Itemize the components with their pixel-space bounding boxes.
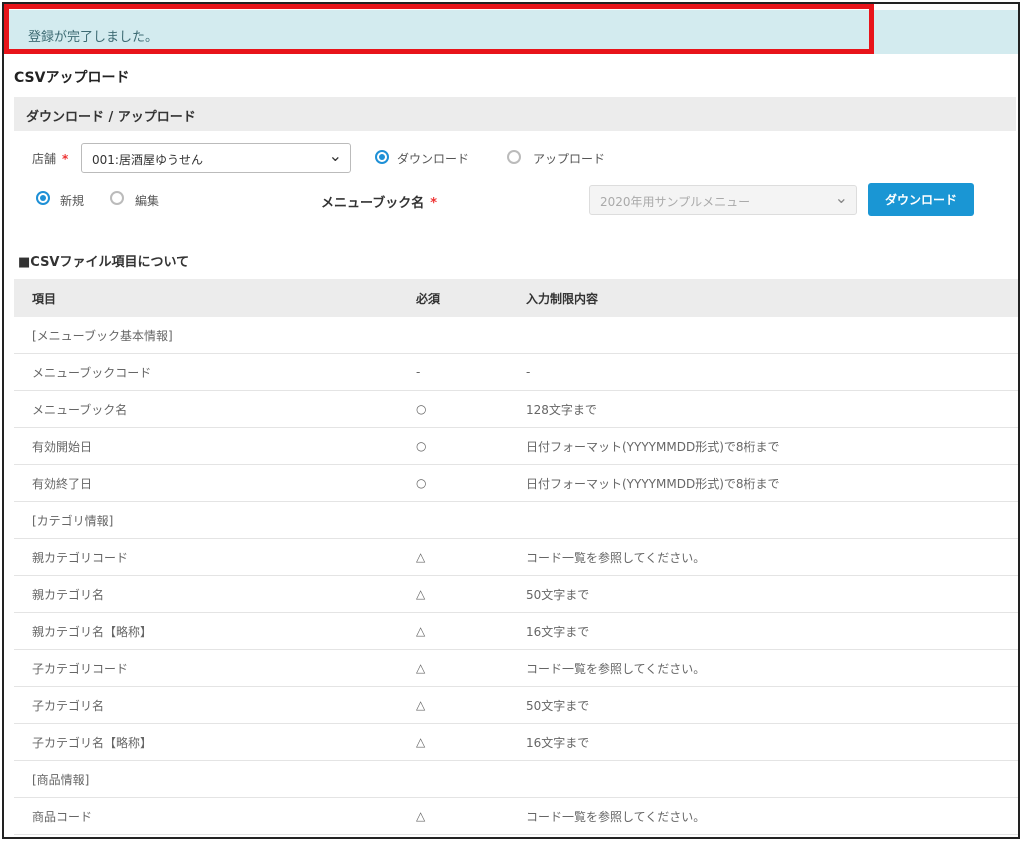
cell-constraint: コード一覧を参照してください。 xyxy=(526,649,1018,687)
table-row: [メニューブック基本情報] xyxy=(14,317,1018,354)
cell-required: ○ xyxy=(400,427,526,465)
success-alert: 登録が完了しました。 xyxy=(6,10,1018,54)
store-select-value: 001:居酒屋ゆうせん xyxy=(92,153,203,167)
type-edit-label: 編集 xyxy=(135,194,160,208)
mode-upload-radio[interactable] xyxy=(507,150,521,164)
section-title: ダウンロード / アップロード xyxy=(26,110,196,125)
menu-book-label: メニューブック名 * xyxy=(321,196,438,211)
csv-fields-table: 項目 必須 入力制限内容 [メニューブック基本情報] メニューブックコード - - メニ… xyxy=(14,279,1018,835)
cell-constraint: 50文字まで xyxy=(526,575,1018,613)
cell-item: 有効終了日 xyxy=(14,464,400,502)
cell-constraint: コード一覧を参照してください。 xyxy=(526,538,1018,576)
cell-constraint: 日付フォーマット(YYYYMMDD形式)で8桁まで xyxy=(526,464,1018,502)
table-row: [カテゴリ情報] xyxy=(14,501,1018,539)
cell-constraint: - xyxy=(526,353,1018,391)
required-mark: * xyxy=(62,152,69,166)
table-header-row: 項目 必須 入力制限内容 xyxy=(14,279,1018,317)
table-row: 有効終了日 ○ 日付フォーマット(YYYYMMDD形式)で8桁まで xyxy=(14,464,1018,502)
cell-required: △ xyxy=(400,686,526,724)
alert-message: 登録が完了しました。 xyxy=(28,30,159,45)
table-row: 子カテゴリ名 △ 50文字まで xyxy=(14,686,1018,724)
cell-item: [メニューブック基本情報] xyxy=(14,317,400,354)
table-row: 親カテゴリコード △ コード一覧を参照してください。 xyxy=(14,538,1018,576)
cell-constraint: コード一覧を参照してください。 xyxy=(526,797,1018,835)
table-row: 親カテゴリ名 △ 50文字まで xyxy=(14,575,1018,613)
cell-constraint xyxy=(526,501,1018,539)
cell-required xyxy=(400,317,526,354)
cell-required: △ xyxy=(400,575,526,613)
store-select[interactable]: 001:居酒屋ゆうせん ⌄ xyxy=(81,143,351,173)
cell-required: △ xyxy=(400,538,526,576)
cell-required: ○ xyxy=(400,464,526,502)
cell-constraint: 50文字まで xyxy=(526,686,1018,724)
cell-required: △ xyxy=(400,797,526,835)
cell-constraint: 16文字まで xyxy=(526,612,1018,650)
cell-item: 親カテゴリ名 xyxy=(14,575,400,613)
cell-required xyxy=(400,501,526,539)
mode-download-label: ダウンロード xyxy=(397,152,470,166)
cell-constraint: 16文字まで xyxy=(526,723,1018,761)
section-header: ダウンロード / アップロード xyxy=(14,97,1016,131)
column-header-item: 項目 xyxy=(14,279,400,317)
mode-download-radio[interactable] xyxy=(375,150,389,164)
cell-required: - xyxy=(400,353,526,391)
cell-required: △ xyxy=(400,612,526,650)
cell-constraint xyxy=(526,317,1018,354)
cell-item: 子カテゴリコード xyxy=(14,649,400,687)
download-button[interactable]: ダウンロード xyxy=(868,183,974,216)
menu-book-select[interactable]: 2020年用サンプルメニュー ⌄ xyxy=(589,185,857,215)
cell-item: 子カテゴリ名 xyxy=(14,686,400,724)
cell-required xyxy=(400,760,526,798)
store-label: 店舗 * xyxy=(32,152,69,166)
cell-item: 有効開始日 xyxy=(14,427,400,465)
menu-book-select-value: 2020年用サンプルメニュー xyxy=(600,195,751,209)
cell-item: [商品情報] xyxy=(14,760,400,798)
chevron-down-icon: ⌄ xyxy=(834,188,848,207)
column-header-required: 必須 xyxy=(400,279,526,317)
cell-item: メニューブックコード xyxy=(14,353,400,391)
mode-upload-label: アップロード xyxy=(533,152,606,166)
table-row: 子カテゴリコード △ コード一覧を参照してください。 xyxy=(14,649,1018,687)
cell-required: △ xyxy=(400,649,526,687)
column-header-constraint: 入力制限内容 xyxy=(526,279,1018,317)
page-title: CSVアップロード xyxy=(14,70,130,86)
cell-required: △ xyxy=(400,723,526,761)
table-row: 有効開始日 ○ 日付フォーマット(YYYYMMDD形式)で8桁まで xyxy=(14,427,1018,465)
cell-item: 親カテゴリ名【略称】 xyxy=(14,612,400,650)
type-new-radio[interactable] xyxy=(36,191,50,205)
cell-constraint: 日付フォーマット(YYYYMMDD形式)で8桁まで xyxy=(526,427,1018,465)
table-row: 親カテゴリ名【略称】 △ 16文字まで xyxy=(14,612,1018,650)
cell-item: 商品コード xyxy=(14,797,400,835)
type-edit-radio[interactable] xyxy=(110,191,124,205)
cell-item: 子カテゴリ名【略称】 xyxy=(14,723,400,761)
cell-constraint xyxy=(526,760,1018,798)
page-frame: 登録が完了しました。 CSVアップロード ダウンロード / アップロード 店舗 *… xyxy=(2,2,1020,839)
cell-constraint: 128文字まで xyxy=(526,390,1018,428)
table-row: 子カテゴリ名【略称】 △ 16文字まで xyxy=(14,723,1018,761)
cell-required: ○ xyxy=(400,390,526,428)
table-row: メニューブック名 ○ 128文字まで xyxy=(14,390,1018,428)
csv-fields-heading: ■CSVファイル項目について xyxy=(18,255,190,270)
table-row: [商品情報] xyxy=(14,760,1018,798)
table-row: メニューブックコード - - xyxy=(14,353,1018,391)
table-row: 商品コード △ コード一覧を参照してください。 xyxy=(14,797,1018,835)
cell-item: メニューブック名 xyxy=(14,390,400,428)
required-mark: * xyxy=(430,196,438,211)
chevron-down-icon: ⌄ xyxy=(328,146,342,165)
type-new-label: 新規 xyxy=(60,194,85,208)
cell-item: [カテゴリ情報] xyxy=(14,501,400,539)
cell-item: 親カテゴリコード xyxy=(14,538,400,576)
